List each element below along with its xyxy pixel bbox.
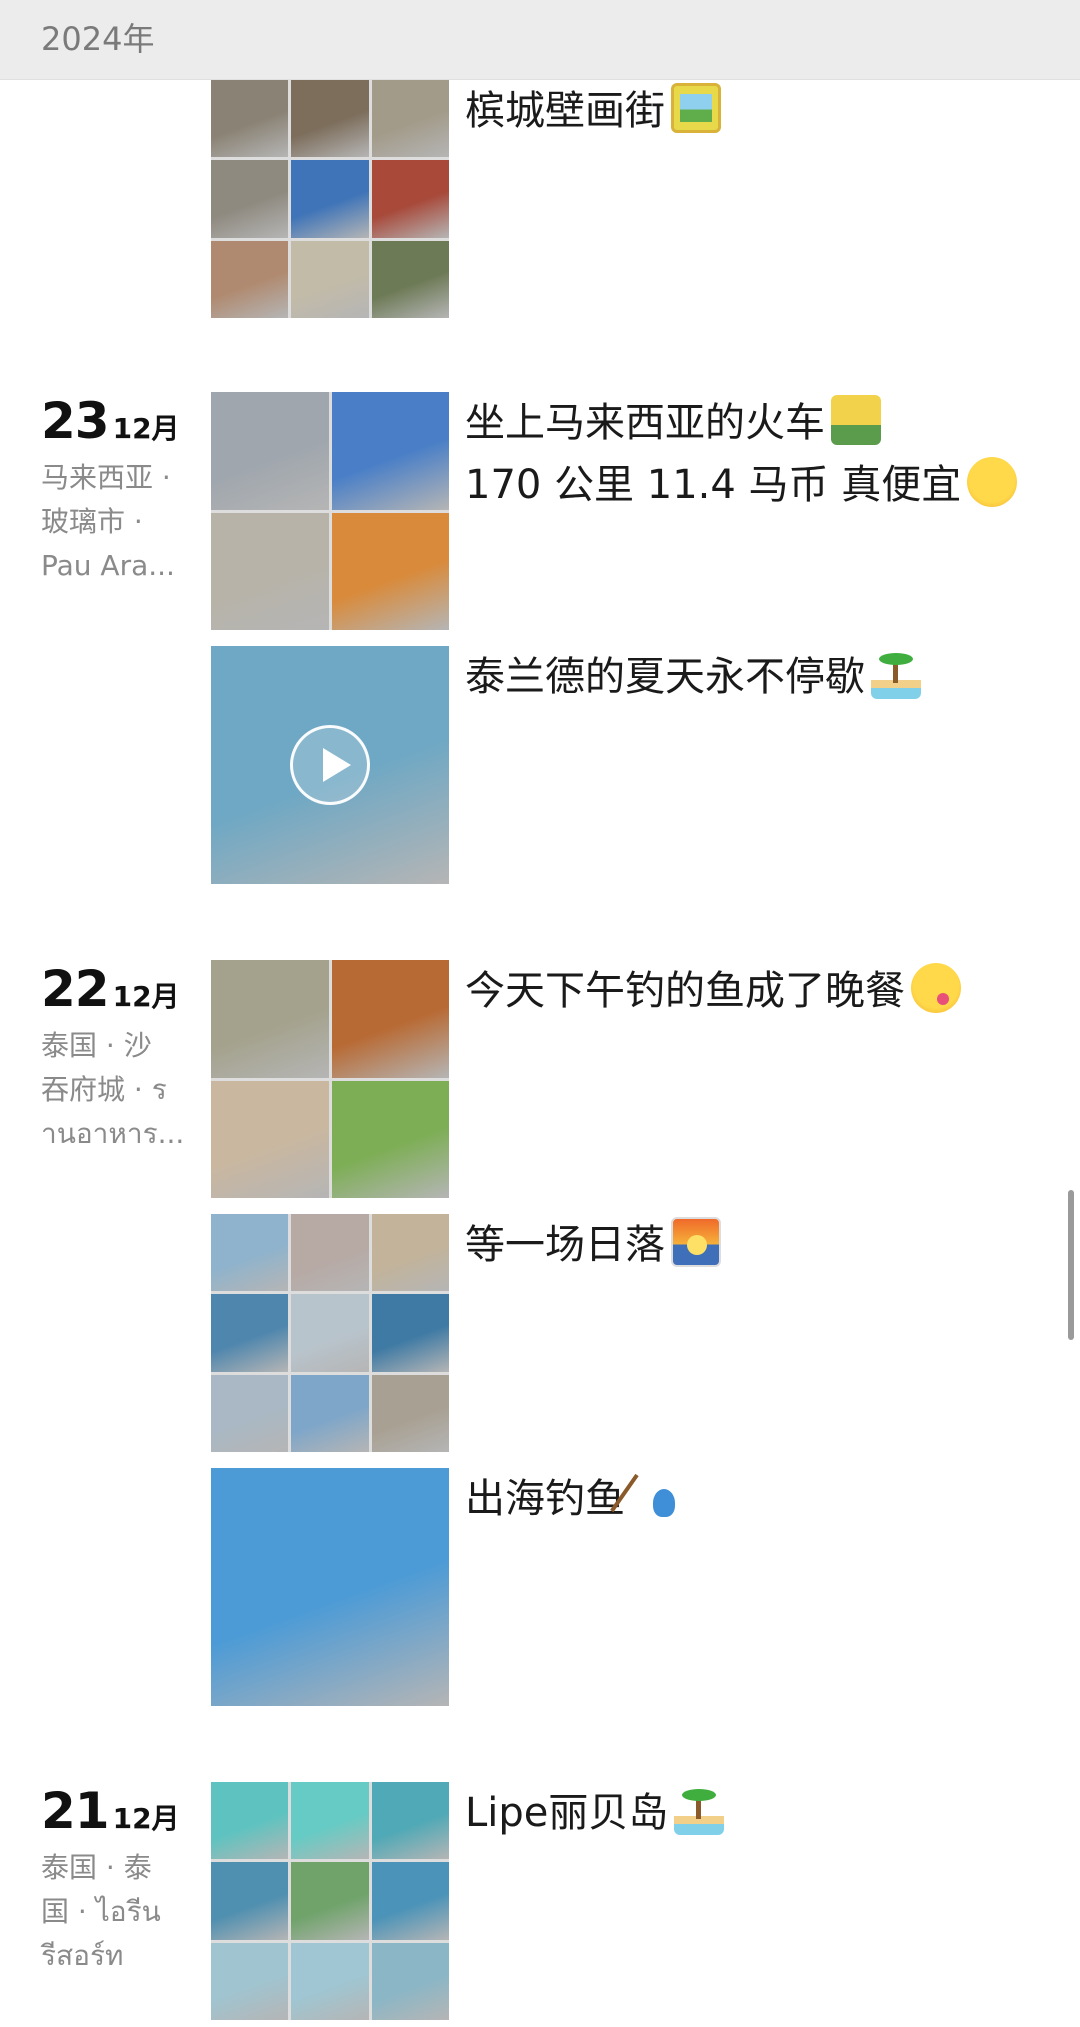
photo-thumbnail[interactable]	[331, 1080, 449, 1198]
photo-thumbnail[interactable]	[371, 160, 449, 238]
photo-thumbnail[interactable]	[371, 1374, 449, 1452]
post-caption: 槟城壁画街	[465, 80, 1025, 142]
location-text: 泰国 · 沙 吞府城 · ร านอาหาร...	[41, 1029, 185, 1150]
photo-thumbnail[interactable]	[291, 1862, 369, 1940]
photo-thumbnail[interactable]	[211, 240, 289, 318]
star-struck-emoji	[967, 457, 1018, 507]
photo-thumbnail[interactable]	[371, 80, 449, 158]
photo-thumbnail[interactable]	[371, 1862, 449, 1940]
photo-thumbnail[interactable]	[371, 240, 449, 318]
photo-thumbnail[interactable]	[291, 1294, 369, 1372]
post-caption: 泰兰德的夏天永不停歇	[465, 646, 1025, 708]
photo-thumbnail[interactable]	[211, 160, 289, 238]
post-thumbnail-grid[interactable]	[211, 1214, 449, 1452]
post-caption: 坐上马来西亚的火车 170 公里 11.4 马币 真便宜	[465, 392, 1025, 516]
photo-thumbnail[interactable]	[211, 1782, 289, 1860]
date-day: 22	[41, 960, 110, 1018]
post-thumbnail-grid[interactable]	[211, 960, 449, 1198]
date-block: 21 12月 泰国 · 泰 国 · ไอรีน รีสอร์ท	[41, 1782, 191, 1978]
photo-thumbnail[interactable]	[211, 1468, 449, 1706]
post-photo-single[interactable]	[211, 1468, 449, 1706]
scrollbar-thumb[interactable]	[1068, 1190, 1074, 1340]
post-caption: 出海钓鱼	[465, 1468, 1025, 1530]
date-month: 12月	[112, 412, 180, 445]
photo-thumbnail[interactable]	[291, 80, 369, 158]
date-block: 22 12月 泰国 · 沙 吞府城 · ร านอาหาร...	[41, 960, 191, 1156]
photo-thumbnail[interactable]	[291, 240, 369, 318]
date-day: 21	[41, 1782, 110, 1840]
photo-thumbnail[interactable]	[211, 392, 329, 510]
date-month: 12月	[112, 1802, 180, 1835]
photo-thumbnail[interactable]	[211, 1374, 289, 1452]
photo-thumbnail[interactable]	[211, 1214, 289, 1292]
framed-picture-emoji	[671, 83, 721, 133]
photo-thumbnail[interactable]	[371, 1214, 449, 1292]
photo-thumbnail[interactable]	[211, 1080, 329, 1198]
photo-thumbnail[interactable]	[291, 1374, 369, 1452]
train-emoji	[831, 395, 881, 445]
moments-feed: 槟城壁画街 23 12月 马来西亚 · 玻璃市 · Pau Ara... 坐上马来…	[0, 0, 1080, 2027]
post-caption: 今天下午钓的鱼成了晚餐	[465, 960, 1025, 1022]
photo-thumbnail[interactable]	[331, 392, 449, 510]
photo-thumbnail[interactable]	[291, 1942, 369, 2020]
post-caption: Lipe丽贝岛	[465, 1782, 1025, 1844]
post-caption: 等一场日落	[465, 1214, 1025, 1276]
photo-thumbnail[interactable]	[211, 1294, 289, 1372]
post-thumbnail-grid[interactable]	[211, 392, 449, 630]
photo-thumbnail[interactable]	[291, 1782, 369, 1860]
post-video-thumbnail[interactable]	[211, 646, 449, 884]
photo-thumbnail[interactable]	[371, 1942, 449, 2020]
photo-thumbnail[interactable]	[291, 160, 369, 238]
fishing-emoji	[610, 1471, 681, 1521]
play-icon[interactable]	[290, 725, 370, 805]
photo-thumbnail[interactable]	[331, 960, 449, 1078]
photo-thumbnail[interactable]	[371, 1294, 449, 1372]
photo-thumbnail[interactable]	[291, 1214, 369, 1292]
date-day: 23	[41, 392, 110, 450]
post-thumbnail-grid[interactable]	[211, 80, 449, 318]
post-thumbnail-grid[interactable]	[211, 1782, 449, 2020]
location-text: 马来西亚 · 玻璃市 · Pau Ara...	[41, 461, 175, 582]
island-emoji	[674, 1785, 725, 1835]
location-text: 泰国 · 泰 国 · ไอรีน รีสอร์ท	[41, 1851, 161, 1972]
yum-emoji	[911, 963, 961, 1013]
photo-thumbnail[interactable]	[211, 512, 329, 630]
sticky-year-header: 2024年	[0, 0, 1080, 80]
photo-thumbnail[interactable]	[211, 960, 329, 1078]
date-month: 12月	[112, 980, 180, 1013]
date-block: 23 12月 马来西亚 · 玻璃市 · Pau Ara...	[41, 392, 191, 588]
photo-thumbnail[interactable]	[211, 1942, 289, 2020]
sunrise-emoji	[671, 1217, 721, 1267]
photo-thumbnail[interactable]	[331, 512, 449, 630]
island-emoji	[871, 649, 921, 699]
photo-thumbnail[interactable]	[211, 80, 289, 158]
year-label: 2024年	[41, 20, 155, 58]
photo-thumbnail[interactable]	[211, 1862, 289, 1940]
photo-thumbnail[interactable]	[371, 1782, 449, 1860]
